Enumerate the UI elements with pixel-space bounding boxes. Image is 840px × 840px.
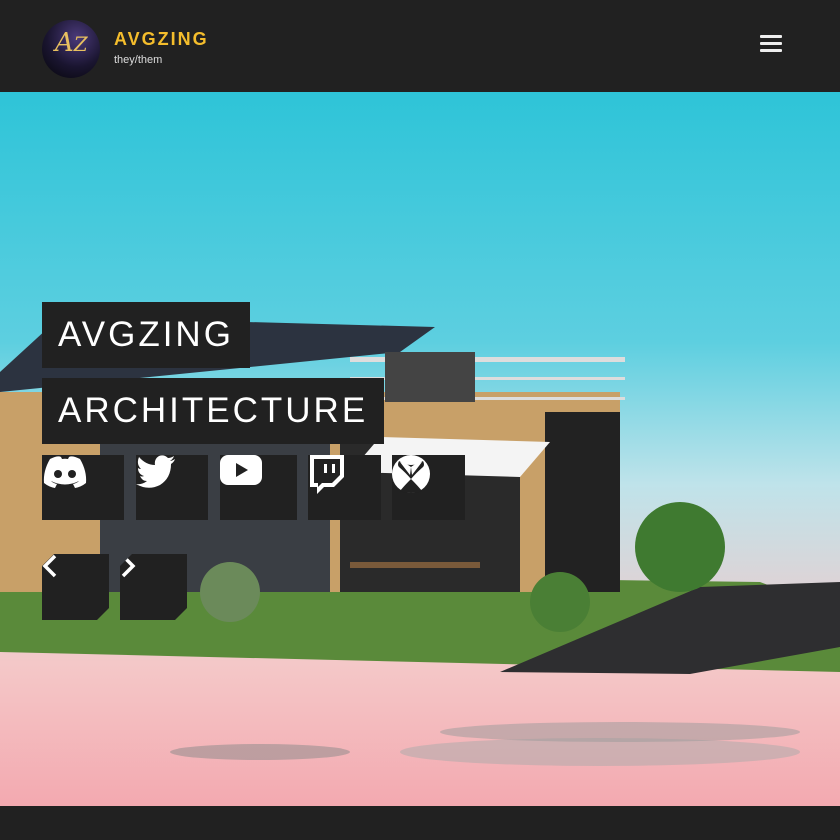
pronouns: they/them bbox=[114, 54, 163, 66]
twitch-button[interactable] bbox=[308, 455, 381, 520]
site-footer bbox=[0, 806, 840, 840]
twitch-icon bbox=[310, 455, 344, 494]
logo-avatar[interactable]: AZ bbox=[42, 20, 100, 78]
discord-icon bbox=[43, 456, 87, 488]
brand-name[interactable]: AVGZING bbox=[114, 29, 209, 50]
hamburger-line bbox=[760, 42, 782, 45]
hero-banner: AVGZING ARCHITECTURE bbox=[0, 92, 840, 806]
xbox-button[interactable] bbox=[392, 455, 465, 520]
hero-title-line2: ARCHITECTURE bbox=[42, 378, 385, 444]
carousel-prev-button[interactable] bbox=[42, 554, 109, 620]
hamburger-line bbox=[760, 49, 782, 52]
house-render-image bbox=[0, 317, 840, 766]
hamburger-icon bbox=[760, 35, 782, 38]
logo-monogram: AZ bbox=[55, 28, 88, 58]
hero-title-line1: AVGZING bbox=[42, 302, 250, 368]
xbox-icon bbox=[392, 455, 430, 493]
twitter-icon bbox=[136, 455, 175, 488]
carousel-next-button[interactable] bbox=[120, 554, 187, 620]
youtube-button[interactable] bbox=[220, 455, 297, 520]
youtube-icon bbox=[220, 455, 262, 485]
site-header: AZ AVGZING they/them bbox=[0, 0, 840, 92]
discord-button[interactable] bbox=[42, 455, 124, 520]
twitter-button[interactable] bbox=[136, 455, 208, 520]
hamburger-menu-button[interactable] bbox=[760, 35, 782, 53]
